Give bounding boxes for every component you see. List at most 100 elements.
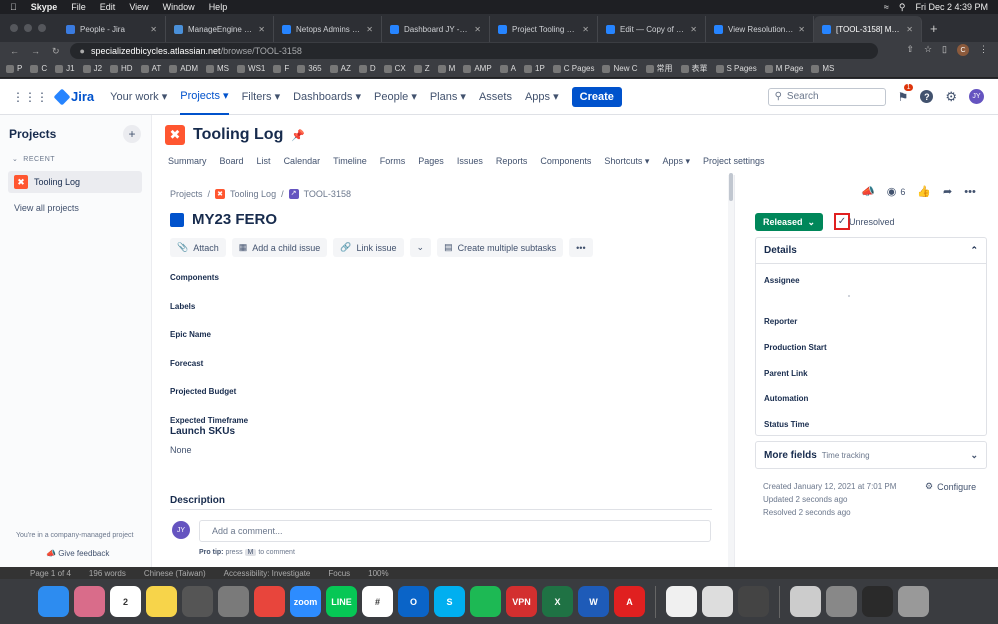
nav-plans[interactable]: Plans ▾ [430,79,466,115]
nav-filters[interactable]: Filters ▾ [242,79,281,115]
browser-tab[interactable]: People - Jira ✕ [58,16,166,42]
bookmark-item[interactable]: New C [602,64,638,73]
bookmark-item[interactable]: 常用 [645,63,673,74]
bookmark-item[interactable]: F [273,64,289,73]
more-actions-button[interactable]: ••• [569,238,593,257]
nav-your-work[interactable]: Your work ▾ [110,79,167,115]
bookmark-item[interactable]: M [437,64,455,73]
app-name[interactable]: Skype [31,2,58,12]
back-icon[interactable]: ← [10,46,19,57]
comment-input[interactable]: Add a comment... [199,520,711,542]
project-tab[interactable]: Apps ▾ [662,156,690,167]
help-icon[interactable]: ? [920,90,934,103]
help-icon[interactable] [702,586,733,617]
chrome-icon[interactable] [254,586,285,617]
breadcrumb-project[interactable]: Tooling Log [230,189,276,199]
details-header[interactable]: Details ⌃ [756,238,986,264]
status-button[interactable]: Released ⌄ [755,213,823,231]
attach-button[interactable]: 📎 Attach [170,238,226,257]
vpn-icon[interactable]: VPN [506,586,537,617]
kebab-menu-icon[interactable]: ⋮ [979,44,988,56]
notes-icon[interactable] [146,586,177,617]
nav-assets[interactable]: Assets [479,79,512,115]
tab-close-icon[interactable]: ✕ [798,25,805,34]
issue-title[interactable]: MY23 FERO [192,211,277,228]
outlook-icon[interactable]: O [398,586,429,617]
bookmark-item[interactable]: HD [110,64,133,73]
apple-icon[interactable]:  [10,2,17,12]
configure-button[interactable]: ⚙ Configure [925,481,976,492]
bookmark-item[interactable]: AMP [463,64,492,73]
app-switcher-icon[interactable]: ⋮⋮⋮ [12,90,48,104]
settings-gear-icon[interactable]: ⚙ [945,89,957,105]
nav-people[interactable]: People ▾ [374,79,417,115]
menu-view[interactable]: View [129,2,148,12]
bookmark-item[interactable]: J2 [82,64,102,73]
browser-tab[interactable]: Edit — Copy of TOOL ✕ [598,16,706,42]
watch-eye-icon[interactable]: ◉ [887,185,897,198]
browser-tab[interactable]: Dashboard JY - Jira ✕ [382,16,490,42]
view-all-projects-link[interactable]: View all projects [14,203,79,213]
breadcrumb-issue-key[interactable]: TOOL-3158 [304,189,351,199]
project-tab[interactable]: Project settings [703,156,765,167]
bookmark-item[interactable]: 1P [524,64,545,73]
bookmark-item[interactable]: 365 [297,64,322,73]
search-icon[interactable]: ⚲ [899,2,906,13]
finder-icon[interactable] [38,586,69,617]
notifications-icon[interactable]: ⚑ 1 [898,83,914,104]
line-icon[interactable]: LINE [326,586,357,617]
scrollbar-thumb[interactable] [729,173,733,201]
project-tab[interactable]: List [257,156,271,167]
share-icon[interactable]: ⇧ [906,44,914,56]
browser-tab[interactable]: Project Tooling Log - ✕ [490,16,598,42]
launch-skus-value[interactable]: None [170,445,192,455]
zoom-window-icon[interactable] [38,24,46,32]
project-tab[interactable]: Reports [496,156,528,167]
browser-tab[interactable]: View Resolutions - Ji ✕ [706,16,814,42]
tab-close-icon[interactable]: ✕ [906,25,913,34]
profile-avatar[interactable]: C [957,44,969,56]
bookmark-item[interactable]: A [499,64,516,73]
bookmark-item[interactable]: AT [140,64,161,73]
spotify-icon[interactable] [470,586,501,617]
user-avatar[interactable]: JY [969,89,984,104]
bookmark-item[interactable]: C [30,64,47,73]
watch-count[interactable]: 6 [900,187,905,197]
bookmark-item[interactable]: C Pages [552,64,594,73]
more-icon[interactable]: ••• [964,186,976,198]
bookmark-item[interactable]: P [6,64,22,73]
calendar-icon[interactable]: 2 [110,586,141,617]
close-window-icon[interactable] [10,24,18,32]
excel-icon[interactable]: X [542,586,573,617]
trash-icon[interactable] [898,586,929,617]
share-icon[interactable]: ➦ [943,185,952,198]
bookmark-item[interactable]: J1 [55,64,75,73]
new-tab-icon[interactable]: + [922,21,946,42]
bookmark-item[interactable]: ADM [169,64,198,73]
project-tab[interactable]: Timeline [333,156,367,167]
menu-help[interactable]: Help [209,2,228,12]
skype-icon[interactable]: S [434,586,465,617]
tab-close-icon[interactable]: ✕ [150,25,157,34]
recorder-icon[interactable] [738,586,769,617]
project-tab[interactable]: Forms [380,156,406,167]
bookmark-item[interactable]: AZ [329,64,351,73]
project-tab[interactable]: Issues [457,156,483,167]
wifi-icon[interactable]: ≈ [884,2,889,12]
clock[interactable]: Fri Dec 2 4:39 PM [915,2,988,12]
create-subtasks-button[interactable]: ▤ Create multiple subtasks [437,238,564,257]
pin-icon[interactable]: 📌 [291,129,305,142]
add-project-icon[interactable]: + [123,125,141,143]
menu-edit[interactable]: Edit [100,2,116,12]
jira-logo[interactable]: Jira [53,88,94,105]
window3-icon[interactable] [862,586,893,617]
tab-close-icon[interactable]: ✕ [366,25,373,34]
browser-tab[interactable]: ManageEngine - ADM ✕ [166,16,274,42]
resolution-check-icon[interactable]: ✓ [834,213,850,230]
bookmark-item[interactable]: MS [811,64,834,73]
more-fields-panel[interactable]: More fields Time tracking ⌄ [755,441,987,469]
assignee-value-placeholder[interactable] [848,295,850,297]
project-tab[interactable]: Calendar [284,156,321,167]
bookmark-item[interactable]: 表單 [680,63,708,74]
sidebar-toggle-icon[interactable]: ▯ [942,44,947,56]
